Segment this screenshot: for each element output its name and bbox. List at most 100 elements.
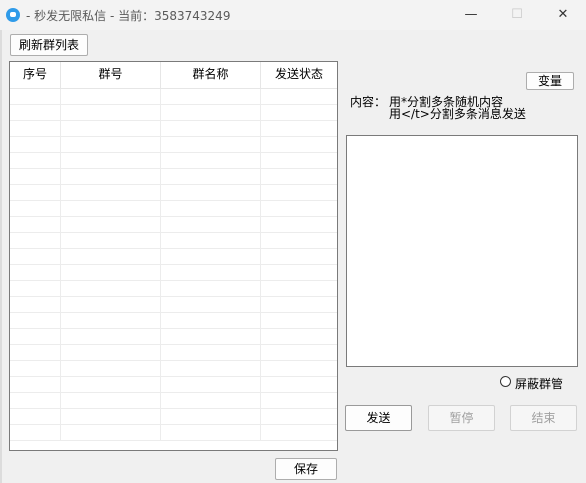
- table-cell: [10, 105, 61, 121]
- table-cell: [161, 377, 261, 393]
- variable-button[interactable]: 变量: [526, 72, 574, 90]
- table-row[interactable]: [10, 297, 337, 313]
- table-cell: [161, 121, 261, 137]
- table-cell: [10, 361, 61, 377]
- table-cell: [10, 425, 61, 441]
- table-cell: [261, 281, 337, 297]
- table-row[interactable]: [10, 89, 337, 105]
- table-cell: [61, 345, 161, 361]
- table-cell: [161, 329, 261, 345]
- table-cell: [61, 329, 161, 345]
- table-cell: [261, 377, 337, 393]
- table-cell: [10, 201, 61, 217]
- table-row[interactable]: [10, 249, 337, 265]
- maximize-button: ☐: [511, 7, 523, 22]
- table-cell: [10, 185, 61, 201]
- column-header-group-id[interactable]: 群号: [61, 62, 161, 88]
- table-cell: [61, 137, 161, 153]
- table-cell: [61, 281, 161, 297]
- save-button[interactable]: 保存: [275, 458, 337, 480]
- table-row[interactable]: [10, 329, 337, 345]
- table-cell: [10, 153, 61, 169]
- table-cell: [61, 89, 161, 105]
- table-cell: [261, 265, 337, 281]
- table-cell: [10, 249, 61, 265]
- table-row[interactable]: [10, 265, 337, 281]
- table-cell: [10, 313, 61, 329]
- table-cell: [261, 249, 337, 265]
- table-row[interactable]: [10, 345, 337, 361]
- table-cell: [161, 281, 261, 297]
- table-row[interactable]: [10, 377, 337, 393]
- table-row[interactable]: [10, 153, 337, 169]
- table-row[interactable]: [10, 137, 337, 153]
- window-edge: [0, 30, 2, 483]
- send-button[interactable]: 发送: [345, 405, 412, 431]
- minimize-button[interactable]: —: [448, 0, 494, 30]
- column-header-index[interactable]: 序号: [10, 62, 61, 88]
- table-row[interactable]: [10, 201, 337, 217]
- title-bar[interactable]: - 秒发无限私信 - 当前：3583743249 — ☐ ✕: [0, 0, 586, 30]
- table-row[interactable]: [10, 169, 337, 185]
- table-cell: [161, 249, 261, 265]
- table-cell: [261, 169, 337, 185]
- message-content-textarea[interactable]: [346, 135, 578, 367]
- table-body: [10, 89, 337, 450]
- table-cell: [161, 313, 261, 329]
- table-cell: [61, 201, 161, 217]
- table-row[interactable]: [10, 409, 337, 425]
- group-table[interactable]: 序号 群号 群名称 发送状态: [9, 61, 338, 451]
- pause-button: 暂停: [428, 405, 495, 431]
- content-label: 内容：: [350, 95, 387, 109]
- table-cell: [10, 377, 61, 393]
- table-row[interactable]: [10, 361, 337, 377]
- table-cell: [61, 185, 161, 201]
- table-cell: [261, 329, 337, 345]
- app-window: - 秒发无限私信 - 当前：3583743249 — ☐ ✕ 刷新群列表 序号 …: [0, 0, 586, 483]
- table-cell: [161, 345, 261, 361]
- table-row[interactable]: [10, 217, 337, 233]
- table-cell: [161, 425, 261, 441]
- table-cell: [261, 137, 337, 153]
- table-cell: [10, 393, 61, 409]
- table-row[interactable]: [10, 313, 337, 329]
- table-cell: [161, 265, 261, 281]
- table-row[interactable]: [10, 393, 337, 409]
- table-cell: [161, 217, 261, 233]
- table-cell: [161, 297, 261, 313]
- shield-admin-label: 屏蔽群管: [515, 377, 564, 391]
- table-cell: [10, 329, 61, 345]
- table-cell: [261, 153, 337, 169]
- close-button[interactable]: ✕: [540, 0, 586, 30]
- table-row[interactable]: [10, 425, 337, 441]
- column-header-send-status[interactable]: 发送状态: [261, 62, 337, 88]
- table-cell: [61, 249, 161, 265]
- table-cell: [161, 185, 261, 201]
- refresh-group-list-button[interactable]: 刷新群列表: [10, 34, 88, 56]
- table-cell: [261, 89, 337, 105]
- shield-admin-radio[interactable]: [500, 376, 511, 387]
- table-row[interactable]: [10, 185, 337, 201]
- table-cell: [61, 217, 161, 233]
- table-cell: [261, 313, 337, 329]
- multi-message-hint: 用</t>分割多条消息发送: [389, 107, 526, 121]
- table-cell: [161, 89, 261, 105]
- table-cell: [10, 297, 61, 313]
- table-row[interactable]: [10, 233, 337, 249]
- table-cell: [10, 409, 61, 425]
- table-cell: [261, 217, 337, 233]
- table-cell: [261, 361, 337, 377]
- table-cell: [161, 153, 261, 169]
- table-cell: [261, 345, 337, 361]
- table-header: 序号 群号 群名称 发送状态: [10, 62, 337, 89]
- table-row[interactable]: [10, 281, 337, 297]
- table-cell: [161, 105, 261, 121]
- table-row[interactable]: [10, 121, 337, 137]
- table-row[interactable]: [10, 105, 337, 121]
- table-cell: [61, 121, 161, 137]
- end-button: 结束: [510, 405, 577, 431]
- table-cell: [61, 169, 161, 185]
- column-header-group-name[interactable]: 群名称: [161, 62, 261, 88]
- table-cell: [161, 137, 261, 153]
- table-cell: [61, 233, 161, 249]
